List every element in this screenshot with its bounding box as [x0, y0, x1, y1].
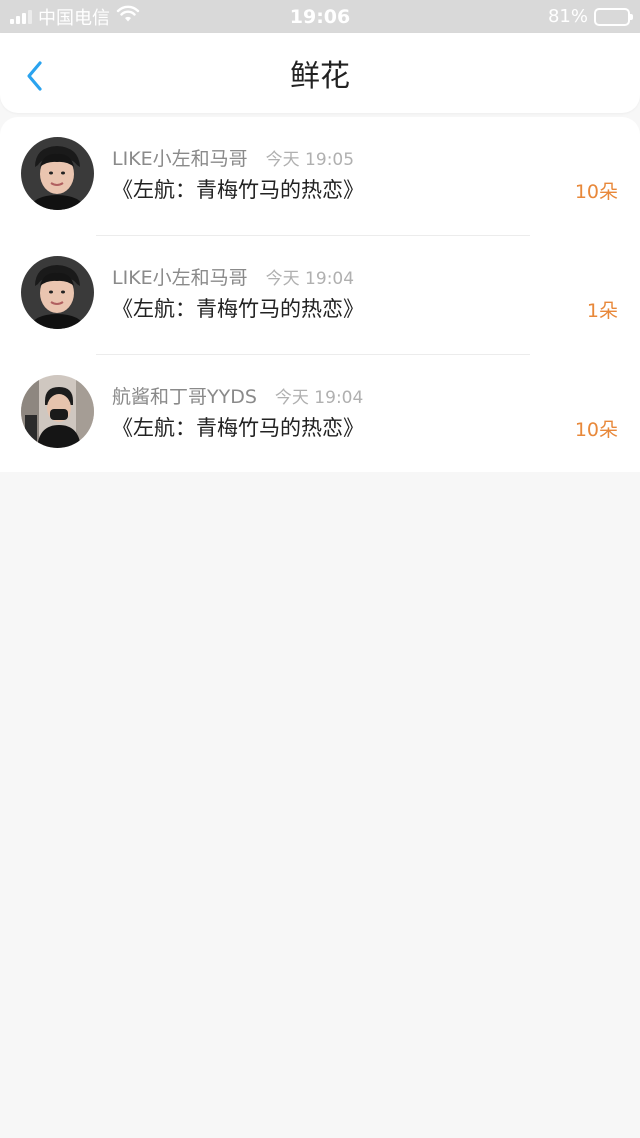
chevron-left-icon	[27, 61, 42, 91]
item-meta: LIKE小左和马哥 今天 19:04	[112, 263, 354, 290]
list-item[interactable]: LIKE小左和马哥 今天 19:05 《左航：青梅竹马的热恋》 10朵	[0, 117, 640, 236]
avatar[interactable]	[21, 137, 94, 210]
page-title: 鲜花	[290, 59, 350, 94]
battery-icon	[594, 7, 633, 26]
status-bar-left: 中国电信	[10, 4, 140, 30]
book-title: 《左航：青梅竹马的热恋》	[112, 178, 364, 202]
item-meta: LIKE小左和马哥 今天 19:05	[112, 144, 354, 171]
gift-time: 今天 19:05	[265, 150, 355, 170]
back-button[interactable]	[18, 59, 52, 93]
avatar[interactable]	[21, 375, 94, 448]
gift-list: LIKE小左和马哥 今天 19:05 《左航：青梅竹马的热恋》 10朵 LIKE…	[0, 117, 640, 472]
sender-name: LIKE小左和马哥	[112, 148, 248, 170]
wifi-icon	[116, 5, 140, 28]
item-meta: 航酱和丁哥YYDS 今天 19:04	[112, 382, 363, 409]
list-item[interactable]: LIKE小左和马哥 今天 19:04 《左航：青梅竹马的热恋》 1朵	[0, 236, 640, 355]
book-title: 《左航：青梅竹马的热恋》	[112, 297, 364, 321]
signal-icon	[10, 9, 32, 24]
carrier-label: 中国电信	[38, 7, 110, 29]
flower-amount: 10朵	[574, 181, 618, 203]
list-item[interactable]: 航酱和丁哥YYDS 今天 19:04 《左航：青梅竹马的热恋》 10朵	[0, 355, 640, 474]
book-title: 《左航：青梅竹马的热恋》	[112, 416, 364, 440]
avatar[interactable]	[21, 256, 94, 329]
gift-time: 今天 19:04	[274, 388, 364, 408]
sender-name: 航酱和丁哥YYDS	[112, 386, 257, 408]
battery-percent: 81%	[547, 6, 588, 27]
gift-time: 今天 19:04	[265, 269, 355, 289]
sender-name: LIKE小左和马哥	[112, 267, 248, 289]
nav-bar: 鲜花	[0, 33, 640, 113]
status-bar: 中国电信 19:06 81%	[0, 0, 640, 33]
flower-amount: 10朵	[574, 419, 618, 441]
flower-amount: 1朵	[586, 300, 618, 322]
status-bar-right: 81%	[547, 6, 633, 27]
